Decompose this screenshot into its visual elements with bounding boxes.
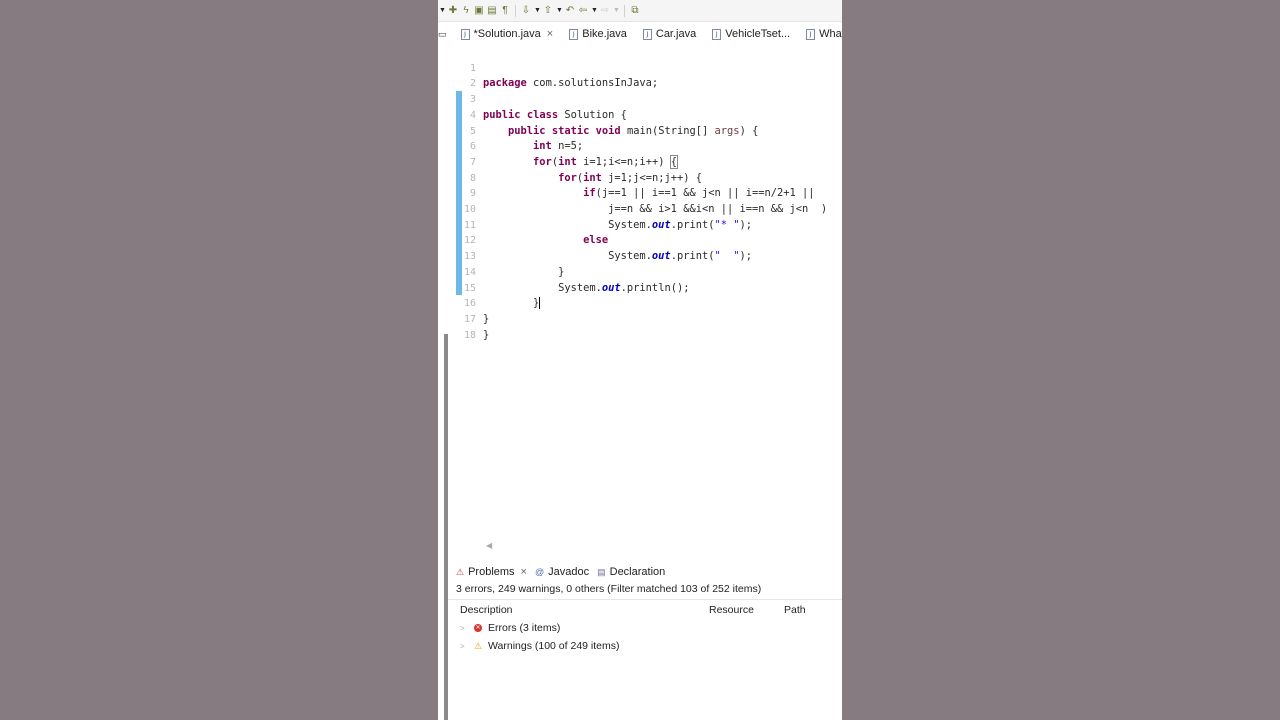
java-file-icon: J [569, 28, 579, 40]
sash-bar[interactable] [444, 334, 448, 720]
error-icon: ✕ [474, 624, 482, 632]
java-file-icon: J [642, 28, 652, 40]
dropdown-arrow-icon[interactable]: ▼ [556, 5, 563, 17]
code-line[interactable]: 9 j==n && i>1 &&i<n || i==n && j<n ) [438, 171, 842, 215]
code-line[interactable]: 12 System.out.print(" "); [438, 218, 842, 262]
expand-icon[interactable]: > [460, 642, 468, 651]
back-icon[interactable]: ⇦ [578, 5, 588, 17]
code-text: } [483, 328, 490, 341]
problems-icon: ⚠ [456, 566, 465, 577]
warning-icon: ⚠ [474, 641, 483, 651]
last-edit-icon[interactable]: ↶ [565, 5, 575, 17]
lightning-icon[interactable]: ϟ [461, 5, 471, 17]
new-java-class-icon[interactable]: ✚ [448, 5, 458, 17]
java-file-icon: J [712, 28, 722, 40]
tab-label: *Solution.java [473, 28, 541, 40]
forward-icon[interactable]: ⇨ [600, 5, 610, 17]
code-line[interactable]: 1 package com.solutionsInJava; [438, 45, 842, 90]
java-file-icon: J [806, 28, 816, 40]
code-line[interactable]: 17 } [438, 296, 842, 341]
tab-problems[interactable]: ⚠ Problems × [456, 566, 527, 578]
tab-label: Declaration [609, 566, 666, 578]
close-icon[interactable]: × [521, 566, 527, 578]
code-line[interactable]: 15 } [438, 265, 842, 310]
row-label: Warnings (100 of 249 items) [488, 640, 620, 652]
next-annotation-icon[interactable]: ⇩ [521, 5, 531, 17]
tab-javadoc[interactable]: @ Javadoc [535, 566, 589, 578]
code-line[interactable]: 2 [438, 61, 842, 89]
tab-whats-java[interactable]: J Whats.java [804, 25, 842, 43]
code-line[interactable]: 10 System.out.print("* "); [438, 186, 842, 231]
paragraph-icon[interactable]: ¶ [500, 5, 510, 17]
editor-tabs: ▭ J *Solution.java × J Bike.java J Car.j… [438, 24, 842, 44]
tab-label: Problems [468, 566, 515, 578]
tab-label: Javadoc [548, 566, 590, 578]
toolbar-separator [515, 4, 516, 17]
declaration-icon: ▤ [597, 566, 606, 577]
code-line[interactable]: 8 if(j==1 || i==1 && j<n || i==n/2+1 || [438, 155, 842, 200]
errors-group-row[interactable]: > ✕ Errors (3 items) [460, 622, 560, 634]
dropdown-arrow-icon[interactable]: ▼ [591, 5, 598, 17]
warnings-group-row[interactable]: > ⚠ Warnings (100 of 249 items) [460, 640, 620, 652]
previous-annotation-icon[interactable]: ⇧ [543, 5, 553, 17]
line-number: 18 [463, 329, 476, 341]
code-line[interactable]: 6 for(int i=1;i<=n;i++) { [438, 124, 842, 169]
code-line[interactable]: 16 } [438, 281, 842, 325]
column-path[interactable]: Path [784, 604, 806, 616]
close-icon[interactable]: × [547, 28, 553, 40]
tab-label: Car.java [655, 28, 697, 40]
toolbar-separator [624, 4, 625, 17]
tab-vehicletset-java[interactable]: J VehicleTset... [710, 25, 792, 43]
code-line[interactable]: 3 public class Solution { [438, 76, 842, 121]
code-line[interactable]: 4 public static void main(String[] args)… [438, 92, 842, 137]
code-line[interactable]: 11 else [438, 202, 842, 247]
expand-icon[interactable]: > [460, 624, 468, 633]
dropdown-arrow-icon[interactable]: ▼ [534, 5, 541, 17]
panel-tabs: ⚠ Problems × @ Javadoc ▤ Declaration [456, 563, 665, 581]
row-label: Errors (3 items) [488, 622, 561, 634]
code-line[interactable]: 14 System.out.println(); [438, 249, 842, 294]
code-line[interactable]: 7 for(int j=1;j<=n;j++) { [438, 139, 842, 184]
code-line[interactable]: 18 [438, 312, 842, 341]
tab-label: Whats.java [819, 28, 842, 40]
javadoc-icon: @ [534, 567, 545, 577]
column-resource[interactable]: Resource [709, 604, 754, 616]
editor-menu-icon[interactable]: ▭ [438, 29, 447, 40]
problems-summary: 3 errors, 249 warnings, 0 others (Filter… [456, 583, 762, 595]
open-perspective-icon[interactable]: ⧉ [630, 5, 640, 17]
code-line[interactable]: 5 int n=5; [438, 108, 842, 153]
tab-label: Bike.java [582, 28, 627, 40]
column-description[interactable]: Description [460, 604, 513, 616]
eclipse-window: ▼ ✚ ϟ ▣ ▤ ¶ ⇩ ▼ ⇧ ▼ ↶ ⇦ ▼ ⇨ ▼ ⧉ ▭ J *Sol… [438, 0, 842, 720]
refactor-icon[interactable]: ▣ [474, 5, 484, 17]
tab-declaration[interactable]: ▤ Declaration [597, 566, 665, 578]
tab-bike-java[interactable]: J Bike.java [567, 25, 629, 43]
tab-label: VehicleTset... [725, 28, 791, 40]
toolbar: ▼ ✚ ϟ ▣ ▤ ¶ ⇩ ▼ ⇧ ▼ ↶ ⇦ ▼ ⇨ ▼ ⧉ [438, 0, 842, 22]
dropdown-arrow-icon[interactable]: ▼ [439, 5, 446, 17]
dropdown-arrow-icon[interactable]: ▼ [613, 5, 620, 17]
document-icon[interactable]: ▤ [487, 5, 497, 17]
tab-car-java[interactable]: J Car.java [641, 25, 698, 43]
java-file-icon: J [460, 28, 470, 40]
tab-solution-java[interactable]: J *Solution.java × [458, 25, 556, 43]
scroll-left-icon[interactable]: ◀ [486, 541, 492, 550]
code-editor[interactable]: 1 package com.solutionsInJava; 2 3 publi… [438, 44, 842, 341]
code-line[interactable]: 13 } [438, 233, 842, 278]
problems-table-header: Description Resource Path [448, 599, 842, 620]
